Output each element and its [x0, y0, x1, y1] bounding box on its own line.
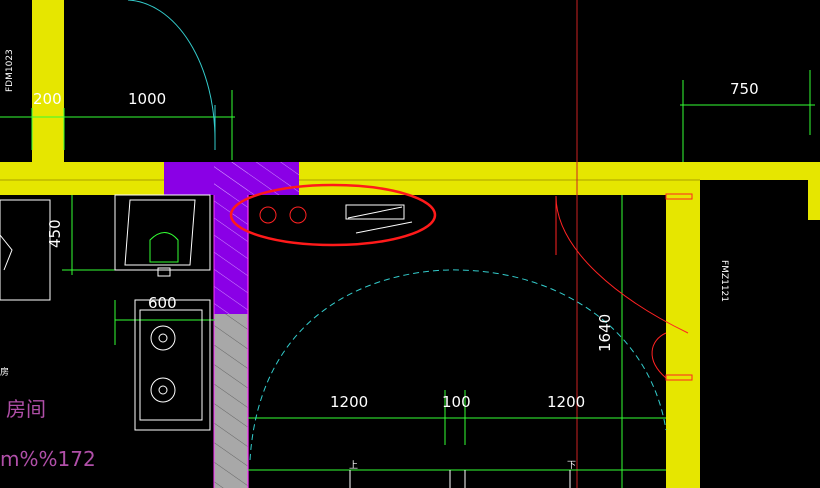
cad-drawing-canvas: 200 1000 750 450 600 1200 100 1200 1640 … — [0, 0, 820, 488]
wall-top-left-post — [32, 0, 64, 165]
area-text: m%%172 — [0, 447, 96, 471]
stair-down-label: 下 — [567, 461, 576, 471]
dim-1640: 1640 — [596, 314, 614, 352]
door-arc-top-left — [127, 0, 216, 141]
wall-right-vertical — [666, 162, 700, 488]
dim-450: 450 — [46, 219, 64, 248]
dim-1000: 1000 — [128, 90, 166, 108]
pipe-circle-1 — [259, 206, 277, 224]
kitchen-fixtures — [0, 194, 211, 431]
pipe-circle-2 — [289, 206, 307, 224]
tag-fdm1023: FDM1023 — [5, 49, 15, 92]
door-arc-main — [249, 269, 667, 461]
room-name-label: 房间 — [6, 397, 46, 421]
wall-horizontal-main — [0, 162, 700, 195]
wall-horizontal-right — [700, 162, 820, 180]
dim-1200-left: 1200 — [330, 393, 368, 411]
room-fragment-label: 房 — [0, 366, 9, 378]
dim-100: 100 — [442, 393, 471, 411]
dim-200: 200 — [33, 90, 62, 108]
dim-750: 750 — [730, 80, 759, 98]
dim-600: 600 — [148, 294, 177, 312]
wall-far-right-stub — [808, 170, 820, 220]
tag-fmz1121: FMZ1121 — [719, 260, 729, 302]
dim-1200-right: 1200 — [547, 393, 585, 411]
floor-plan-svg: 200 1000 750 450 600 1200 100 1200 1640 … — [0, 0, 820, 488]
stair-up-label: 上 — [349, 460, 358, 471]
